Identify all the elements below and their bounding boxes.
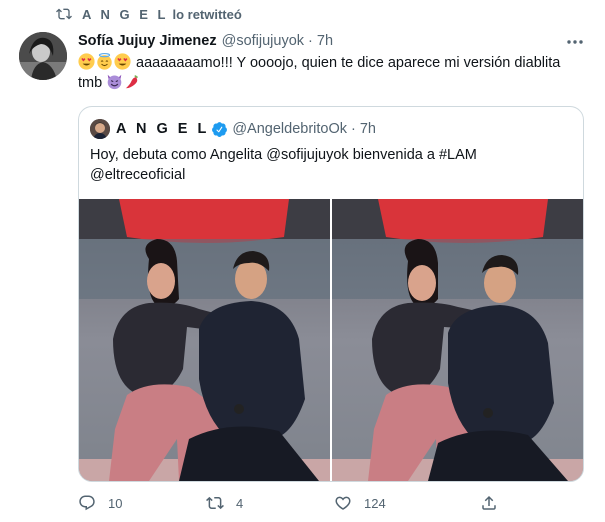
reply-icon	[79, 495, 95, 511]
halo-emoji-icon	[97, 53, 112, 70]
quoted-text-line2: @eltreceoficial	[90, 167, 186, 183]
retweet-count: 4	[236, 495, 244, 511]
retweet-icon	[206, 496, 224, 510]
quoted-text-line1: Hoy, debuta como Angelita @sofijujuyok b…	[90, 147, 477, 163]
author-name[interactable]: Sofía Jujuy Jimenez	[78, 33, 217, 49]
photo-2[interactable]	[332, 199, 583, 481]
heart-eyes-emoji-icon	[114, 53, 131, 70]
retweet-button[interactable]: 4	[206, 494, 243, 512]
photo-2-image	[332, 199, 583, 481]
more-icon[interactable]	[566, 35, 584, 49]
quoted-time[interactable]: 7h	[360, 121, 376, 137]
quoted-media	[79, 199, 583, 481]
separator-dot: ·	[308, 33, 313, 49]
quoted-text: Hoy, debuta como Angelita @sofijujuyok b…	[90, 145, 570, 185]
tweet-text-end: tmb	[78, 75, 107, 91]
like-count: 124	[364, 495, 386, 511]
photo-1-image	[79, 199, 330, 481]
verified-icon	[212, 121, 228, 137]
quoted-author-name[interactable]: A N G E L	[116, 121, 209, 137]
tweet-time[interactable]: 7h	[317, 33, 333, 49]
retweet-indicator[interactable]: A N G E L lo retwitteó	[56, 4, 242, 24]
action-bar: 10 4 124	[78, 494, 584, 514]
author-handle[interactable]: @sofijujuyok	[222, 33, 304, 49]
smiling-devil-emoji-icon	[107, 74, 122, 90]
tweet-header: Sofía Jujuy Jimenez @sofijujuyok · 7h	[78, 33, 333, 49]
reply-count: 10	[108, 495, 123, 511]
avatar[interactable]	[19, 32, 67, 80]
retweet-suffix: lo retwitteó	[172, 6, 242, 22]
quoted-header: A N G E L @AngeldebritoOk · 7h	[90, 119, 376, 139]
like-icon	[335, 496, 351, 510]
tweet-text-main: aaaaaaaamo!!! Y oooojo, quien te dice ap…	[132, 55, 561, 71]
quoted-tweet[interactable]: A N G E L @AngeldebritoOk · 7h Hoy, debu…	[78, 106, 584, 482]
photo-1[interactable]	[79, 199, 330, 481]
heart-eyes-emoji-icon	[78, 53, 95, 70]
quoted-avatar[interactable]	[90, 119, 110, 139]
retweeter-name[interactable]: A N G E L	[82, 7, 168, 22]
like-button[interactable]: 124	[334, 494, 386, 512]
tweet-text: aaaaaaaamo!!! Y oooojo, quien te dice ap…	[78, 53, 588, 93]
share-icon	[482, 495, 496, 510]
avatar-image	[19, 32, 67, 80]
hot-pepper-emoji-icon	[125, 75, 138, 89]
reply-button[interactable]: 10	[78, 494, 122, 512]
quoted-avatar-image	[90, 119, 110, 139]
quoted-separator: ·	[351, 121, 356, 137]
retweet-icon	[56, 8, 72, 20]
share-button[interactable]	[480, 494, 510, 512]
quoted-handle[interactable]: @AngeldebritoOk	[232, 121, 347, 137]
